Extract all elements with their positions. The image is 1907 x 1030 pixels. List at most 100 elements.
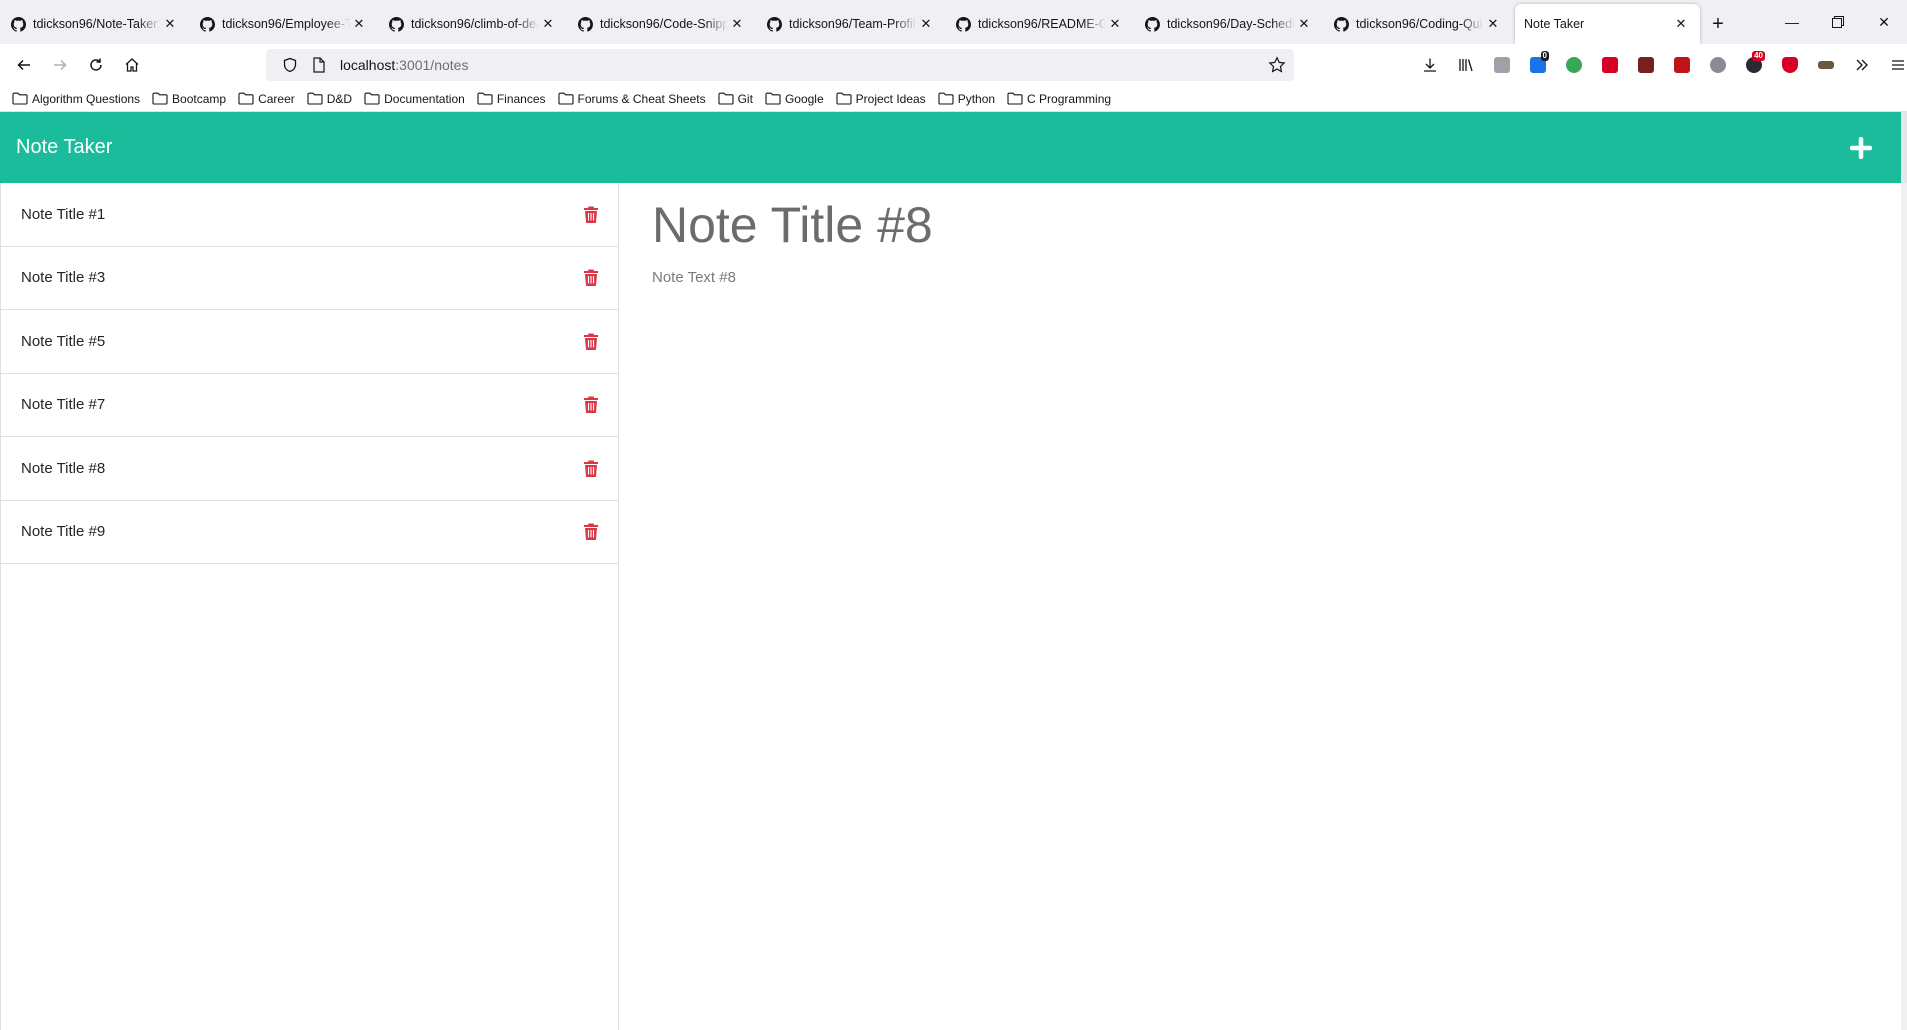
tab[interactable]: tdickson96/climb-of-dea ✕ <box>378 4 567 44</box>
url-text[interactable]: localhost:3001/notes <box>340 57 468 73</box>
app-title[interactable]: Note Taker <box>16 136 112 159</box>
bookmark-folder[interactable]: Bootcamp <box>152 92 226 106</box>
bookmark-label: Finances <box>496 91 546 106</box>
extension-6-icon <box>1674 57 1690 73</box>
close-tab-icon[interactable]: ✕ <box>161 15 179 33</box>
extension-1-icon <box>1494 57 1510 73</box>
downloads-button[interactable] <box>1412 49 1448 81</box>
shield-icon[interactable] <box>274 57 306 73</box>
folder-icon <box>238 92 254 105</box>
close-window-button[interactable]: ✕ <box>1861 0 1907 44</box>
new-tab-button[interactable]: + <box>1700 4 1736 44</box>
tab[interactable]: tdickson96/Team-Profile ✕ <box>756 4 945 44</box>
extension-1[interactable] <box>1484 49 1520 81</box>
github-icon <box>388 16 404 32</box>
github-icon <box>1333 16 1349 32</box>
bookmark-label: Algorithm Questions <box>32 91 141 106</box>
tab-title: tdickson96/Code-Snippe <box>600 17 728 31</box>
bookmark-star-icon[interactable] <box>1268 56 1286 79</box>
new-note-button[interactable] <box>1843 130 1879 166</box>
tab-active[interactable]: Note Taker ✕ <box>1515 4 1700 44</box>
url-bar[interactable]: localhost:3001/notes <box>266 49 1294 81</box>
bookmark-folder[interactable]: Project Ideas <box>836 92 926 106</box>
bookmark-folder[interactable]: Algorithm Questions <box>12 92 140 106</box>
tab[interactable]: tdickson96/Code-Snippe ✕ <box>567 4 756 44</box>
note-list-item[interactable]: Note Title #7 <box>1 374 618 437</box>
close-tab-icon[interactable]: ✕ <box>1484 15 1502 33</box>
tab-title: tdickson96/climb-of-dea <box>411 17 539 31</box>
extension-3[interactable] <box>1556 49 1592 81</box>
tab[interactable]: tdickson96/README-Gen✕ <box>945 4 1134 44</box>
home-button[interactable] <box>114 49 150 81</box>
trash-icon[interactable] <box>582 330 600 352</box>
bookmark-label: Bootcamp <box>172 91 227 106</box>
tab[interactable]: tdickson96/Employee-Tra ✕ <box>189 4 378 44</box>
extension-10-icon <box>1818 61 1834 69</box>
extension-4[interactable] <box>1592 49 1628 81</box>
library-button[interactable] <box>1448 49 1484 81</box>
forward-button[interactable] <box>42 49 78 81</box>
app-menu-button[interactable] <box>1880 49 1907 81</box>
note-list-item[interactable]: Note Title #3 <box>1 247 618 310</box>
extension-9[interactable] <box>1772 49 1808 81</box>
note-list-item-title: Note Title #7 <box>21 396 106 414</box>
trash-icon[interactable] <box>582 521 600 543</box>
bookmark-label: Project Ideas <box>855 91 926 106</box>
restore-button[interactable] <box>1815 0 1861 44</box>
scrollbar[interactable] <box>1901 183 1907 1030</box>
note-list-item[interactable]: Note Title #8 <box>1 437 618 501</box>
tab[interactable]: tdickson96/Coding-Quiz ✕ <box>1323 4 1512 44</box>
bookmark-folder[interactable]: Forums & Cheat Sheets <box>557 91 706 106</box>
close-tab-icon[interactable]: ✕ <box>1295 15 1313 33</box>
close-tab-icon[interactable]: ✕ <box>1106 15 1124 33</box>
trash-icon[interactable] <box>582 457 600 479</box>
url-host: localhost <box>340 57 396 73</box>
extension-2[interactable]: 0 <box>1520 49 1556 81</box>
tab[interactable]: tdickson96/Day-Schedul ✕ <box>1134 4 1323 44</box>
note-list-item[interactable]: Note Title #5 <box>1 310 618 374</box>
trash-icon[interactable] <box>582 267 600 289</box>
folder-icon <box>152 92 168 105</box>
bookmark-label: Python <box>957 91 996 106</box>
minimize-button[interactable]: — <box>1769 0 1815 44</box>
note-list-item[interactable]: Note Title #9 <box>1 501 618 564</box>
bookmark-folder[interactable]: Python <box>938 92 995 106</box>
page-icon[interactable] <box>306 57 332 73</box>
extension-6[interactable] <box>1664 49 1700 81</box>
bookmark-folder[interactable]: D&D <box>307 92 352 106</box>
bookmark-folder[interactable]: Git <box>718 92 753 106</box>
bookmark-folder[interactable]: C Programming <box>1007 92 1111 106</box>
close-tab-icon[interactable]: ✕ <box>917 15 935 33</box>
back-button[interactable] <box>6 49 42 81</box>
trash-icon[interactable] <box>582 203 600 225</box>
bookmark-folder[interactable]: Google <box>765 92 824 106</box>
note-title-field[interactable]: Note Title #8 <box>652 193 1869 257</box>
extension-10[interactable] <box>1808 49 1844 81</box>
close-tab-icon[interactable]: ✕ <box>728 15 746 33</box>
bookmark-folder[interactable]: Career <box>238 92 295 106</box>
close-tab-icon[interactable]: ✕ <box>1672 15 1690 33</box>
trash-icon[interactable] <box>582 394 600 416</box>
extension-5[interactable] <box>1628 49 1664 81</box>
note-list-item[interactable]: Note Title #1 <box>1 183 618 247</box>
overflow-menu-button[interactable] <box>1844 49 1880 81</box>
bookmark-folder[interactable]: Finances <box>477 92 546 106</box>
bookmark-label: Forums & Cheat Sheets <box>577 91 706 106</box>
folder-icon <box>12 92 28 105</box>
browser-tab-bar: tdickson96/Note-Taker: V ✕ tdickson96/Empl… <box>0 0 1907 44</box>
bookmark-label: D&D <box>326 91 353 106</box>
bookmark-label: Git <box>737 91 753 106</box>
tab[interactable]: tdickson96/Note-Taker: V ✕ <box>0 4 189 44</box>
note-list-item-title: Note Title #3 <box>21 269 106 287</box>
bookmark-folder[interactable]: Documentation <box>364 92 465 106</box>
close-tab-icon[interactable]: ✕ <box>539 15 557 33</box>
extension-7[interactable] <box>1700 49 1736 81</box>
note-text-field[interactable]: Note Text #8 <box>652 269 1869 286</box>
bookmark-label: Google <box>784 91 824 106</box>
window-controls: — ✕ <box>1769 0 1907 44</box>
plus-icon <box>1850 136 1872 159</box>
close-tab-icon[interactable]: ✕ <box>350 15 368 33</box>
hamburger-menu-icon <box>1892 60 1904 70</box>
extension-8[interactable]: 40 <box>1736 49 1772 81</box>
reload-button[interactable] <box>78 49 114 81</box>
